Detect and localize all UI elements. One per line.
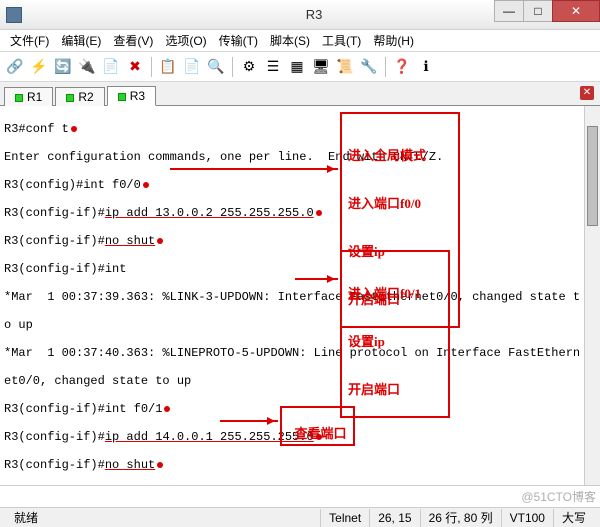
maximize-button[interactable]: □ bbox=[523, 0, 553, 22]
script-icon[interactable]: 📜 bbox=[334, 56, 356, 78]
toolbar-separator bbox=[232, 57, 233, 77]
tab-status-icon bbox=[15, 94, 23, 102]
status-position: 26, 15 bbox=[370, 509, 420, 527]
menu-tools[interactable]: 工具(T) bbox=[316, 30, 367, 51]
annotation-text: 查看端口 bbox=[295, 426, 347, 441]
terminal-output[interactable]: R3#conf t Enter configuration commands, … bbox=[0, 106, 600, 486]
tab-bar: R1 R2 R3 ✕ bbox=[0, 82, 600, 106]
tab-label: R3 bbox=[130, 89, 145, 103]
paste-icon[interactable]: 📄 bbox=[181, 56, 203, 78]
menu-bar: 文件(F) 编辑(E) 查看(V) 选项(O) 传输(T) 脚本(S) 工具(T… bbox=[0, 30, 600, 52]
highlighted-command: no shut bbox=[105, 458, 155, 472]
vertical-scrollbar[interactable] bbox=[584, 106, 600, 485]
term-line: R3(config-if)#ip add 13.0.0.2 255.255.25… bbox=[4, 206, 596, 220]
find-icon[interactable]: 🔍 bbox=[205, 56, 227, 78]
term-line: R3#conf t bbox=[4, 122, 69, 136]
status-ready: 就绪 bbox=[6, 509, 321, 527]
menu-script[interactable]: 脚本(S) bbox=[264, 30, 316, 51]
menu-help[interactable]: 帮助(H) bbox=[367, 30, 420, 51]
annotation-text: 进入端口f0/1 bbox=[348, 286, 442, 302]
scroll-thumb[interactable] bbox=[587, 126, 598, 226]
title-bar: R3 — □ ✕ bbox=[0, 0, 600, 30]
status-connection: Telnet bbox=[321, 509, 370, 527]
term-line: R3(config-if)#no shut bbox=[4, 458, 596, 472]
highlighted-command: no shut bbox=[105, 234, 155, 248]
term-line: o up bbox=[4, 318, 596, 332]
new-icon[interactable]: 📄 bbox=[100, 56, 122, 78]
highlight-dot bbox=[316, 210, 322, 216]
about-icon[interactable]: ℹ bbox=[415, 56, 437, 78]
menu-edit[interactable]: 编辑(E) bbox=[55, 30, 107, 51]
menu-file[interactable]: 文件(F) bbox=[4, 30, 55, 51]
annotation-box-show: 查看端口 bbox=[280, 406, 355, 446]
options-icon[interactable]: ⚙ bbox=[238, 56, 260, 78]
status-caps: 大写 bbox=[554, 509, 594, 527]
session-icon[interactable]: 🖥 bbox=[310, 56, 332, 78]
term-line: R3(config)#int f0/0 bbox=[4, 178, 141, 192]
list-icon[interactable]: ☰ bbox=[262, 56, 284, 78]
tab-status-icon bbox=[66, 94, 74, 102]
term-line: R3(config-if)#int f0/1 bbox=[4, 402, 162, 416]
term-line: R3(config-if)#no shut bbox=[4, 234, 596, 248]
cancel-icon[interactable]: ✖ bbox=[124, 56, 146, 78]
toolbar: 🔗 ⚡ 🔄 🔌 📄 ✖ 📋 📄 🔍 ⚙ ☰ ▦ 🖥 📜 🔧 ❓ ℹ bbox=[0, 52, 600, 82]
tab-r2[interactable]: R2 bbox=[55, 87, 104, 106]
highlight-dot bbox=[71, 126, 77, 132]
tools-icon[interactable]: 🔧 bbox=[358, 56, 380, 78]
term-line: *Mar 1 00:37:40.363: %LINEPROTO-5-UPDOWN… bbox=[4, 346, 596, 360]
annotation-text: 进入端口f0/0 bbox=[348, 196, 452, 212]
term-line: R3(config-if)#int bbox=[4, 262, 596, 276]
term-line: Enter configuration commands, one per li… bbox=[4, 150, 596, 164]
tab-close-icon[interactable]: ✕ bbox=[580, 86, 594, 100]
highlighted-command: ip add 13.0.0.2 255.255.255.0 bbox=[105, 206, 314, 220]
watermark: @51CTO博客 bbox=[521, 488, 596, 505]
window-controls: — □ ✕ bbox=[495, 0, 600, 22]
app-icon bbox=[6, 7, 22, 23]
annotation-text: 设置ip bbox=[348, 334, 442, 350]
highlight-dot bbox=[157, 462, 163, 468]
annotation-arrow bbox=[220, 420, 278, 422]
copy-icon[interactable]: 📋 bbox=[157, 56, 179, 78]
highlight-dot bbox=[157, 238, 163, 244]
status-size: 26 行, 80 列 bbox=[421, 509, 502, 527]
connect-icon[interactable]: 🔗 bbox=[4, 56, 26, 78]
annotation-text: 开启端口 bbox=[348, 382, 442, 398]
status-bar: 就绪 Telnet 26, 15 26 行, 80 列 VT100 大写 bbox=[0, 507, 600, 527]
toolbar-separator bbox=[385, 57, 386, 77]
annotation-text: 进入全局模式 bbox=[348, 148, 452, 164]
annotation-box-port01: 进入端口f0/1 设置ip 开启端口 bbox=[340, 250, 450, 418]
help-icon[interactable]: ❓ bbox=[391, 56, 413, 78]
close-button[interactable]: ✕ bbox=[552, 0, 600, 22]
annotation-arrow bbox=[170, 168, 338, 170]
tab-status-icon bbox=[118, 93, 126, 101]
tile-icon[interactable]: ▦ bbox=[286, 56, 308, 78]
highlight-dot bbox=[164, 406, 170, 412]
highlight-dot bbox=[143, 182, 149, 188]
tab-r3[interactable]: R3 bbox=[107, 86, 156, 106]
annotation-arrow bbox=[295, 278, 338, 280]
tab-label: R2 bbox=[78, 90, 93, 104]
menu-options[interactable]: 选项(O) bbox=[159, 30, 212, 51]
menu-transfer[interactable]: 传输(T) bbox=[213, 30, 264, 51]
toolbar-separator bbox=[151, 57, 152, 77]
term-line: *Mar 1 00:37:39.363: %LINK-3-UPDOWN: Int… bbox=[4, 290, 596, 304]
minimize-button[interactable]: — bbox=[494, 0, 524, 22]
menu-view[interactable]: 查看(V) bbox=[107, 30, 159, 51]
disconnect-icon[interactable]: 🔌 bbox=[76, 56, 98, 78]
term-line: et0/0, changed state to up bbox=[4, 374, 596, 388]
reconnect-icon[interactable]: 🔄 bbox=[52, 56, 74, 78]
tab-label: R1 bbox=[27, 90, 42, 104]
tab-r1[interactable]: R1 bbox=[4, 87, 53, 106]
quick-connect-icon[interactable]: ⚡ bbox=[28, 56, 50, 78]
status-term-type: VT100 bbox=[502, 509, 554, 527]
